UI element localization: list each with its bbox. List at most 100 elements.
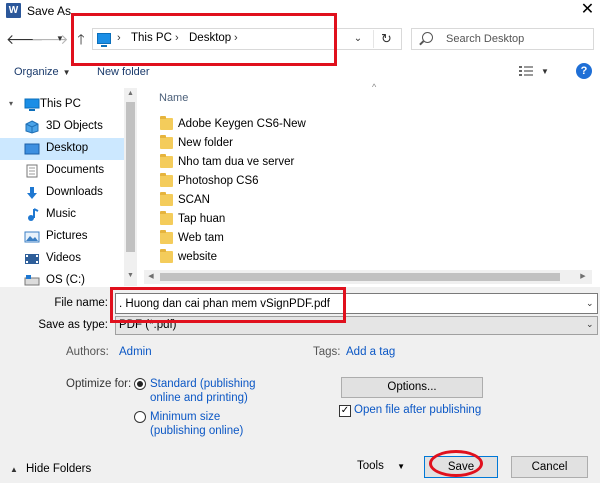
optimize-minimum-line1: Minimum size — [150, 411, 221, 423]
folder-icon — [160, 192, 173, 206]
folder-name: Nho tam dua ve server — [178, 156, 295, 168]
navigation-pane: ▾ This PC 3D Objects Desktop Documents D… — [0, 88, 137, 286]
scroll-thumb[interactable] — [126, 102, 135, 252]
nav-item-label: Desktop — [46, 142, 89, 154]
hide-folders-button[interactable]: Hide Folders — [26, 463, 91, 475]
breadcrumb-separator: › — [175, 32, 179, 44]
hide-folders-caret-icon[interactable]: ▲ — [10, 465, 18, 474]
drive-icon — [24, 275, 40, 286]
scroll-thumb[interactable] — [160, 273, 560, 281]
optimize-standard-line2: online and printing) — [150, 392, 248, 404]
nav-item-label: Downloads — [46, 186, 103, 198]
file-name-label: File name: — [54, 297, 108, 309]
search-icon — [422, 32, 433, 43]
optimize-standard-radio[interactable] — [134, 378, 146, 390]
breadcrumb-separator: › — [117, 32, 121, 44]
cancel-button[interactable]: Cancel — [511, 456, 588, 478]
address-bar[interactable]: › This PC › Desktop › ⌄ ↻ — [92, 28, 402, 50]
list-item[interactable]: website — [150, 248, 570, 267]
optimize-for-label: Optimize for: — [66, 378, 132, 390]
up-button[interactable]: 🡑 — [71, 29, 91, 49]
open-after-publishing-label[interactable]: Open file after publishing — [354, 404, 481, 416]
sort-ascending-icon: ^ — [372, 82, 377, 92]
video-icon — [25, 254, 39, 264]
nav-item-label: OS (C:) — [46, 274, 85, 286]
save-as-type-label: Save as type: — [38, 319, 108, 331]
list-item[interactable]: New folder — [150, 134, 570, 153]
tools-label: Tools — [357, 460, 384, 472]
tags-label: Tags: — [313, 346, 341, 358]
collapse-chevron-icon[interactable]: ▾ — [9, 99, 13, 108]
list-item[interactable]: Nho tam dua ve server — [150, 153, 570, 172]
list-item[interactable]: Tap huan — [150, 210, 570, 229]
optimize-standard-line1: Standard (publishing — [150, 378, 256, 390]
save-as-type-value: PDF (*.pdf) — [119, 319, 177, 331]
new-folder-button[interactable]: New folder — [97, 66, 150, 78]
list-item[interactable]: Photoshop CS6 — [150, 172, 570, 191]
nav-item-label: Pictures — [46, 230, 88, 242]
nav-item-videos[interactable]: Videos — [0, 248, 124, 270]
chevron-down-icon: ⌄ — [586, 319, 594, 329]
column-header-name[interactable]: Name — [159, 92, 188, 104]
view-options-icon[interactable] — [518, 64, 536, 78]
refresh-icon[interactable]: ↻ — [373, 30, 399, 48]
nav-item-label: This PC — [40, 98, 81, 110]
list-item[interactable]: Adobe Keygen CS6-New — [150, 115, 570, 134]
breadcrumb-separator: › — [234, 32, 238, 44]
options-button[interactable]: Options... — [341, 377, 483, 398]
list-item[interactable]: Web tam — [150, 229, 570, 248]
nav-item-desktop[interactable]: Desktop — [0, 138, 124, 160]
optimize-minimum-label[interactable]: Minimum size (publishing online) — [150, 410, 243, 438]
folder-icon — [160, 173, 173, 187]
authors-value[interactable]: Admin — [119, 346, 152, 358]
file-name-input[interactable] — [115, 293, 598, 314]
back-button[interactable]: 🡐 — [6, 29, 44, 49]
close-button[interactable]: ✕ — [575, 0, 600, 22]
nav-item-music[interactable]: Music — [0, 204, 124, 226]
document-icon — [26, 164, 38, 178]
open-after-publishing-checkbox[interactable]: ✓ — [339, 405, 351, 417]
search-box[interactable] — [411, 28, 594, 50]
forward-button[interactable]: 🡒 — [31, 29, 69, 49]
list-item[interactable]: SCAN — [150, 191, 570, 210]
desktop-icon — [24, 143, 40, 155]
address-dropdown-chevron-icon[interactable]: ⌄ — [349, 31, 367, 47]
scroll-up-icon[interactable]: ▲ — [124, 90, 137, 97]
word-app-icon: W — [6, 3, 21, 18]
nav-item-this-pc[interactable]: ▾ This PC — [0, 94, 124, 116]
computer-icon — [97, 33, 111, 47]
folder-icon — [160, 116, 173, 130]
save-as-type-select[interactable]: PDF (*.pdf) ⌄ — [115, 316, 598, 335]
nav-item-documents[interactable]: Documents — [0, 160, 124, 182]
file-name-dropdown-chevron-icon[interactable]: ⌄ — [586, 298, 594, 309]
nav-item-pictures[interactable]: Pictures — [0, 226, 124, 248]
window-title: Save As — [27, 4, 72, 18]
tags-input[interactable]: Add a tag — [346, 346, 395, 358]
optimize-standard-label[interactable]: Standard (publishing online and printing… — [150, 377, 256, 405]
save-button[interactable]: Save — [424, 456, 498, 478]
scroll-left-icon[interactable]: ◀ — [146, 272, 156, 280]
optimize-minimum-radio[interactable] — [134, 411, 146, 423]
breadcrumb-desktop[interactable]: Desktop — [189, 32, 231, 44]
scroll-right-icon[interactable]: ▶ — [578, 272, 588, 280]
folder-name: Web tam — [178, 232, 224, 244]
tools-menu[interactable]: Tools ▼ — [357, 460, 405, 472]
organize-menu[interactable]: Organize ▼ — [14, 66, 71, 78]
scroll-down-icon[interactable]: ▼ — [124, 272, 137, 279]
nav-item-label: Documents — [46, 164, 105, 176]
nav-pane-scrollbar[interactable]: ▲ ▼ — [124, 88, 137, 286]
view-options-caret-icon[interactable]: ▼ — [541, 67, 549, 76]
breadcrumb-this-pc[interactable]: This PC — [131, 32, 172, 44]
computer-icon — [24, 98, 40, 111]
nav-item-os-c[interactable]: OS (C:) — [0, 270, 124, 286]
nav-item-downloads[interactable]: Downloads — [0, 182, 124, 204]
caret-down-icon: ▼ — [62, 68, 71, 77]
folder-icon — [160, 135, 173, 149]
folder-icon — [160, 230, 173, 244]
cube-icon — [25, 120, 39, 134]
help-icon[interactable]: ? — [576, 63, 592, 79]
search-input[interactable] — [446, 30, 591, 48]
recent-locations-chevron-icon[interactable]: ▼ — [50, 29, 70, 49]
nav-item-3d-objects[interactable]: 3D Objects — [0, 116, 124, 138]
file-list-hscrollbar[interactable]: ◀ ▶ — [144, 270, 592, 284]
